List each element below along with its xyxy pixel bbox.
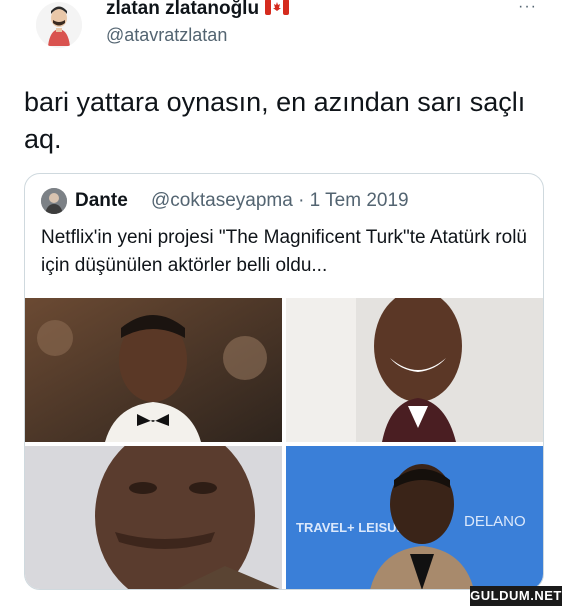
photo-4[interactable]: TRAVEL+ LEISURE DELANO (286, 446, 543, 589)
user-avatar[interactable] (36, 2, 82, 48)
user-handle[interactable]: @atavratzlatan (106, 25, 227, 46)
watermark: GULDUM.NET (470, 586, 562, 606)
avatar-illustration (36, 2, 82, 48)
quoted-tweet[interactable]: Dante @coktaseyapma · 1 Tem 2019 Netflix… (24, 173, 544, 590)
tweet-text: bari yattara oynasın, en azından sarı sa… (24, 87, 526, 154)
quoted-handle-date[interactable]: @coktaseyapma · 1 Tem 2019 (151, 190, 409, 212)
photo-4-background-text-2: DELANO (464, 513, 526, 530)
display-name-text: zlatan zlatanoğlu (106, 0, 260, 19)
quoted-user-avatar[interactable] (41, 188, 67, 214)
display-name[interactable]: zlatan zlatanoğlu (106, 0, 290, 20)
quoted-tweet-text: Netflix'in yeni projesi "The Magnificent… (41, 227, 527, 276)
photo-3[interactable] (25, 446, 282, 589)
canada-flag-icon (265, 0, 290, 15)
photo-2[interactable] (286, 298, 543, 442)
more-options-icon[interactable]: ··· (518, 0, 537, 16)
photo-1[interactable] (25, 298, 282, 442)
tweet-header: zlatan zlatanoğlu @atavratzlatan ··· (0, 0, 566, 60)
photo-grid: TRAVEL+ LEISURE DELANO (25, 298, 543, 589)
quoted-display-name[interactable]: Dante (75, 190, 128, 212)
